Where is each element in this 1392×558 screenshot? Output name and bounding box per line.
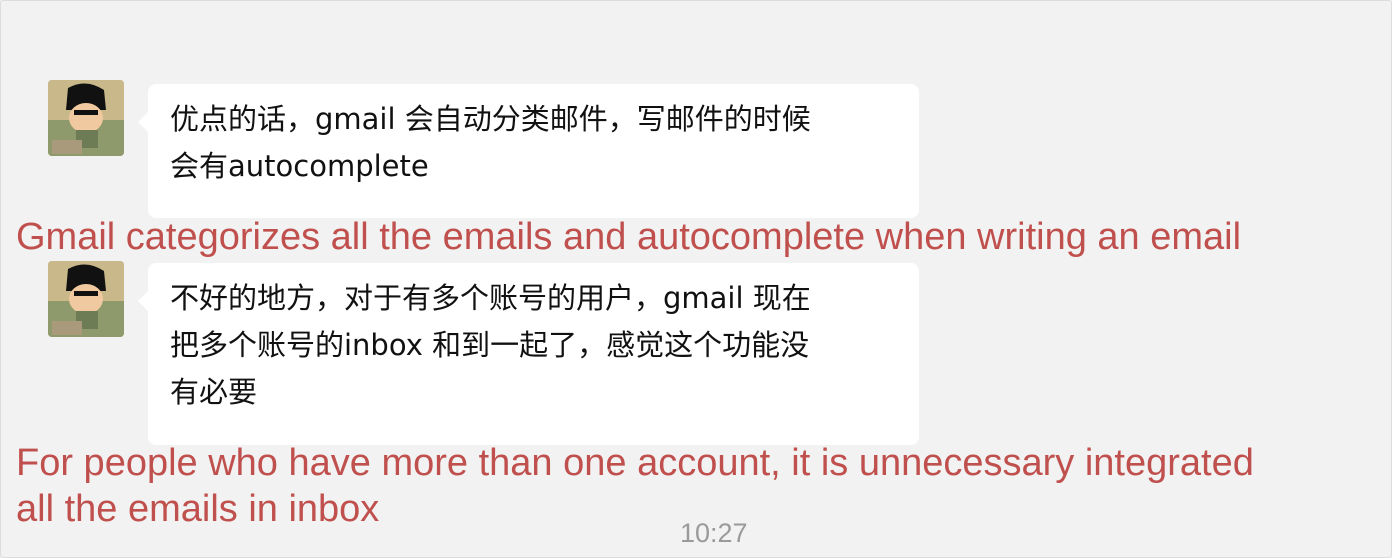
message-text-line: 有必要 <box>170 375 258 409</box>
translation-annotation: For people who have more than one accoun… <box>16 442 1254 484</box>
sender-avatar[interactable] <box>48 80 124 156</box>
message-text-line: 优点的话，gmail 会自动分类邮件，写邮件的时候 <box>170 102 811 136</box>
message-text-line: 不好的地方，对于有多个账号的用户，gmail 现在 <box>170 281 811 315</box>
message-text-line: 会有autocomplete <box>170 149 429 183</box>
translation-annotation: Gmail categorizes all the emails and aut… <box>16 216 1242 258</box>
avatar-image <box>48 261 124 337</box>
message-bubble[interactable]: 不好的地方，对于有多个账号的用户，gmail 现在 把多个账号的inbox 和到… <box>138 263 919 445</box>
translation-annotation: all the emails in inbox <box>16 488 380 530</box>
message-text-line: 把多个账号的inbox 和到一起了，感觉这个功能没 <box>170 328 810 362</box>
message-timestamp: 10:27 <box>680 518 748 548</box>
sender-avatar[interactable] <box>48 261 124 337</box>
avatar-image <box>48 80 124 156</box>
message-bubble[interactable]: 优点的话，gmail 会自动分类邮件，写邮件的时候 会有autocomplete <box>138 84 919 218</box>
